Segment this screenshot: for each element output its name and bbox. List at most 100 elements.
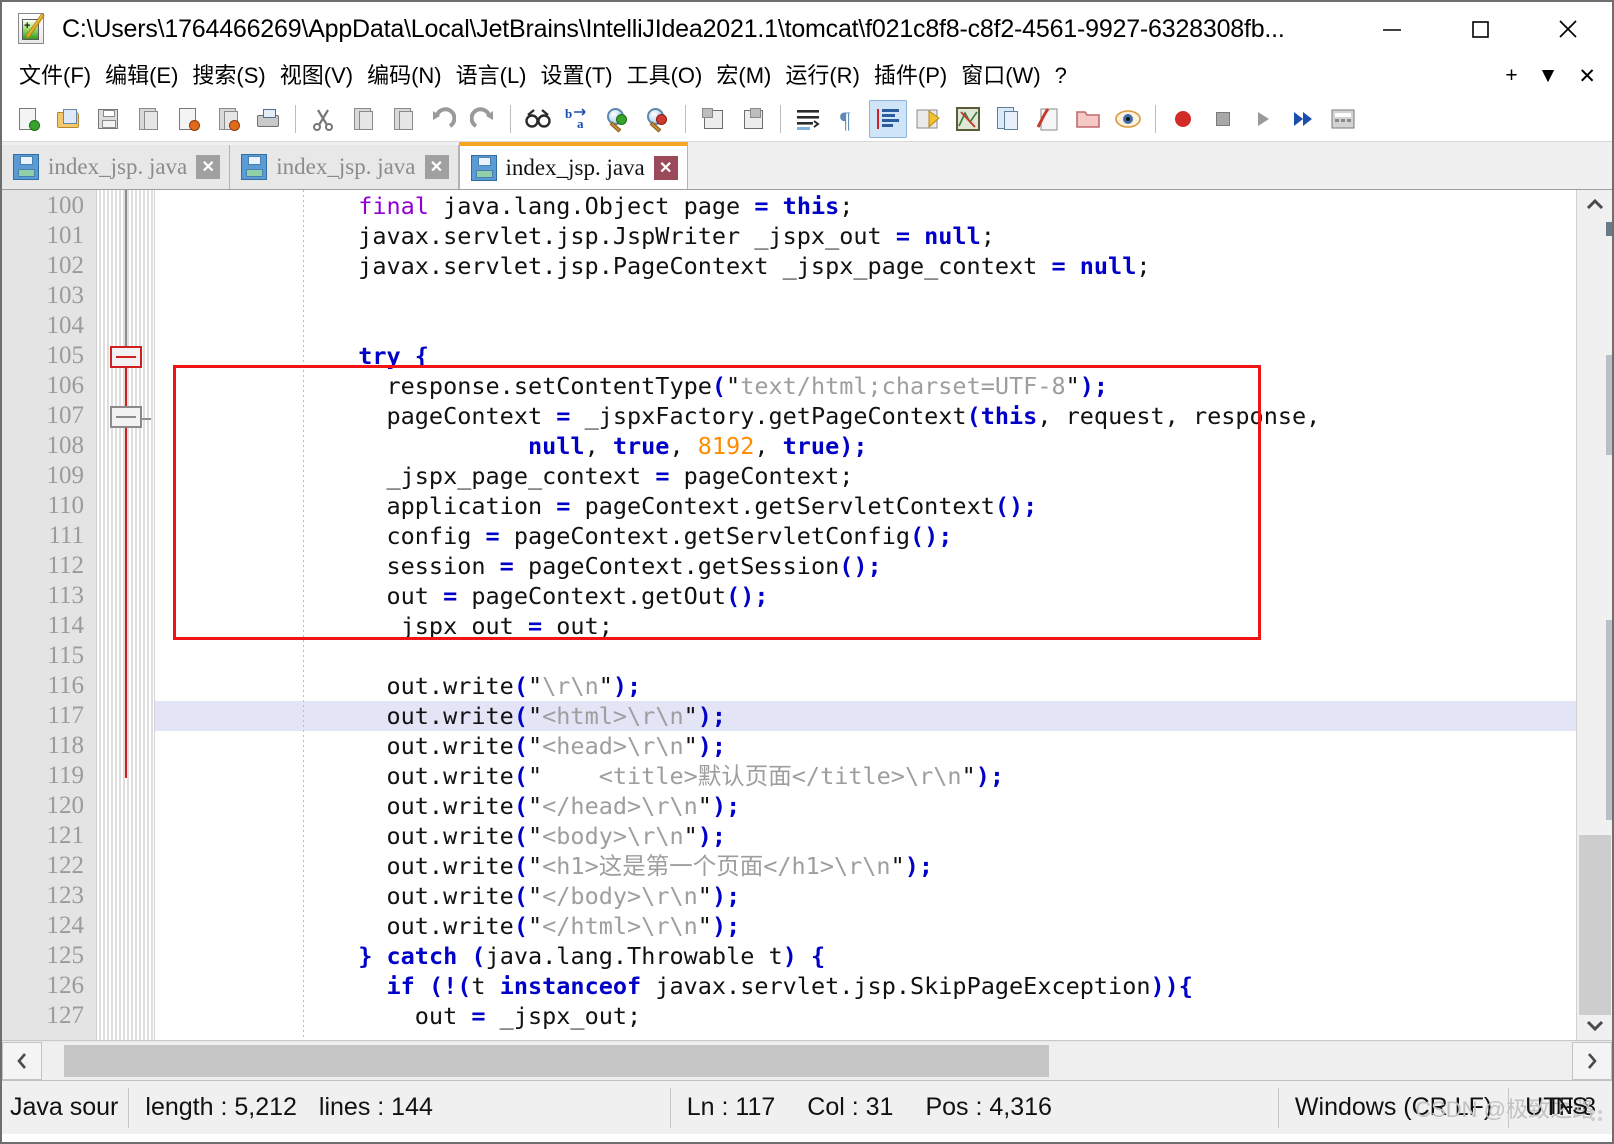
tab-index-jsp-2[interactable]: index_jsp. java ✕: [230, 145, 459, 189]
tab-index-jsp-3[interactable]: index_jsp. java ✕: [458, 142, 688, 189]
code-line[interactable]: application = pageContext.getServletCont…: [155, 491, 1612, 521]
paste-icon[interactable]: [384, 100, 422, 138]
monitoring-icon[interactable]: [1109, 100, 1147, 138]
sync-vertical-scroll-icon[interactable]: [694, 100, 732, 138]
find-icon[interactable]: [519, 100, 557, 138]
menu-encoding[interactable]: 编码(N): [360, 56, 449, 96]
scroll-right-arrow[interactable]: [1572, 1041, 1612, 1080]
print-icon[interactable]: [249, 100, 287, 138]
code-line[interactable]: } catch (java.lang.Throwable t) {: [155, 941, 1612, 971]
new-tab-button[interactable]: +: [1505, 64, 1517, 88]
scroll-down-arrow[interactable]: [1577, 1010, 1612, 1040]
show-doc-map-icon[interactable]: [949, 100, 987, 138]
code-folding-margin[interactable]: [97, 190, 155, 1040]
menu-settings[interactable]: 设置(T): [534, 56, 620, 96]
tab-list-dropdown[interactable]: ▼: [1538, 64, 1559, 88]
code-line[interactable]: out.write(" <title>默认页面</title>\r\n");: [155, 761, 1612, 791]
code-line[interactable]: out.write("</head>\r\n");: [155, 791, 1612, 821]
show-doc-list-icon[interactable]: [989, 100, 1027, 138]
code-line[interactable]: [155, 641, 1612, 671]
redo-icon[interactable]: [464, 100, 502, 138]
fold-box-107[interactable]: [110, 406, 142, 428]
run-dialog-icon[interactable]: [1324, 100, 1362, 138]
close-button[interactable]: [1524, 2, 1612, 56]
code-line[interactable]: try {: [155, 341, 1612, 371]
code-line[interactable]: final java.lang.Object page = this;: [155, 191, 1612, 221]
menu-macro[interactable]: 宏(M): [709, 56, 778, 96]
sync-horizontal-scroll-icon[interactable]: [734, 100, 772, 138]
code-line[interactable]: out = pageContext.getOut();: [155, 581, 1612, 611]
code-line[interactable]: out.write("<body>\r\n");: [155, 821, 1612, 851]
menu-plugins[interactable]: 插件(P): [867, 56, 954, 96]
scroll-left-arrow[interactable]: [2, 1041, 42, 1080]
code-line[interactable]: response.setContentType("text/html;chars…: [155, 371, 1612, 401]
horizontal-scroll-track[interactable]: [42, 1041, 1572, 1080]
horizontal-scrollbar[interactable]: [2, 1040, 1612, 1080]
open-file-icon[interactable]: [49, 100, 87, 138]
code-line[interactable]: out.write("<h1>这是第一个页面</h1>\r\n");: [155, 851, 1612, 881]
show-udl-dialog-icon[interactable]: [909, 100, 947, 138]
menu-help[interactable]: ?: [1048, 56, 1074, 96]
code-line[interactable]: pageContext = _jspxFactory.getPageContex…: [155, 401, 1612, 431]
vertical-scroll-thumb[interactable]: [1579, 835, 1611, 1015]
stop-record-macro-icon[interactable]: [1204, 100, 1242, 138]
save-all-icon[interactable]: [129, 100, 167, 138]
code-line[interactable]: out = _jspx_out;: [155, 1001, 1612, 1031]
code-line[interactable]: javax.servlet.jsp.JspWriter _jspx_out = …: [155, 221, 1612, 251]
resize-grip-icon[interactable]: [1590, 1109, 1606, 1125]
horizontal-scroll-thumb[interactable]: [64, 1044, 1049, 1077]
tab-index-jsp-1[interactable]: index_jsp. java ✕: [2, 145, 231, 189]
tab-close-icon[interactable]: ✕: [196, 155, 221, 179]
status-language[interactable]: Java sour: [2, 1081, 128, 1135]
tab-close-icon[interactable]: ✕: [424, 155, 449, 179]
scroll-up-arrow[interactable]: [1577, 190, 1612, 220]
menu-language[interactable]: 语言(L): [449, 56, 534, 96]
zoom-in-icon[interactable]: [599, 100, 637, 138]
code-line[interactable]: out.write("</body>\r\n");: [155, 881, 1612, 911]
copy-icon[interactable]: [344, 100, 382, 138]
code-canvas[interactable]: final java.lang.Object page = this; java…: [155, 190, 1612, 1040]
code-line[interactable]: [155, 281, 1612, 311]
code-line[interactable]: javax.servlet.jsp.PageContext _jspx_page…: [155, 251, 1612, 281]
save-icon[interactable]: [89, 100, 127, 138]
code-line[interactable]: out.write("<html>\r\n");: [155, 701, 1612, 731]
menu-view[interactable]: 视图(V): [273, 56, 360, 96]
code-line[interactable]: out.write("\r\n");: [155, 671, 1612, 701]
menu-file[interactable]: 文件(F): [12, 56, 98, 96]
run-macro-multiple-icon[interactable]: [1284, 100, 1322, 138]
undo-icon[interactable]: [424, 100, 462, 138]
cut-icon[interactable]: [304, 100, 342, 138]
vertical-scrollbar[interactable]: [1576, 190, 1612, 1040]
indent-guide-icon[interactable]: [869, 99, 907, 138]
new-file-icon[interactable]: [9, 100, 47, 138]
show-folder-as-workspace-icon[interactable]: [1069, 100, 1107, 138]
fold-box-105[interactable]: [110, 346, 142, 368]
close-document-button[interactable]: ✕: [1578, 64, 1596, 89]
menu-window[interactable]: 窗口(W): [954, 56, 1047, 96]
replace-icon[interactable]: ba: [559, 100, 597, 138]
close-all-files-icon[interactable]: [209, 100, 247, 138]
minimize-button[interactable]: [1348, 2, 1436, 56]
menu-run[interactable]: 运行(R): [778, 56, 867, 96]
code-line[interactable]: null, true, 8192, true);: [155, 431, 1612, 461]
code-line[interactable]: out.write("<head>\r\n");: [155, 731, 1612, 761]
code-line[interactable]: session = pageContext.getSession();: [155, 551, 1612, 581]
tab-close-icon[interactable]: ✕: [653, 155, 678, 180]
source-code[interactable]: final java.lang.Object page = this; java…: [155, 190, 1612, 1031]
maximize-button[interactable]: [1436, 2, 1524, 56]
menu-search[interactable]: 搜索(S): [185, 56, 272, 96]
code-line[interactable]: out.write("</html>\r\n");: [155, 911, 1612, 941]
code-line[interactable]: _jspx_out = out;: [155, 611, 1612, 641]
code-line[interactable]: [155, 311, 1612, 341]
code-line[interactable]: if (!(t instanceof javax.servlet.jsp.Ski…: [155, 971, 1612, 1001]
code-line[interactable]: config = pageContext.getServletConfig();: [155, 521, 1612, 551]
start-record-macro-icon[interactable]: [1164, 100, 1202, 138]
code-line[interactable]: _jspx_page_context = pageContext;: [155, 461, 1612, 491]
menu-tools[interactable]: 工具(O): [620, 56, 710, 96]
menu-edit[interactable]: 编辑(E): [98, 56, 185, 96]
close-file-icon[interactable]: [169, 100, 207, 138]
playback-macro-icon[interactable]: [1244, 100, 1282, 138]
show-function-list-icon[interactable]: [1029, 100, 1067, 138]
status-insert-mode[interactable]: INS: [1550, 1092, 1588, 1120]
show-all-characters-icon[interactable]: ¶: [829, 100, 867, 138]
